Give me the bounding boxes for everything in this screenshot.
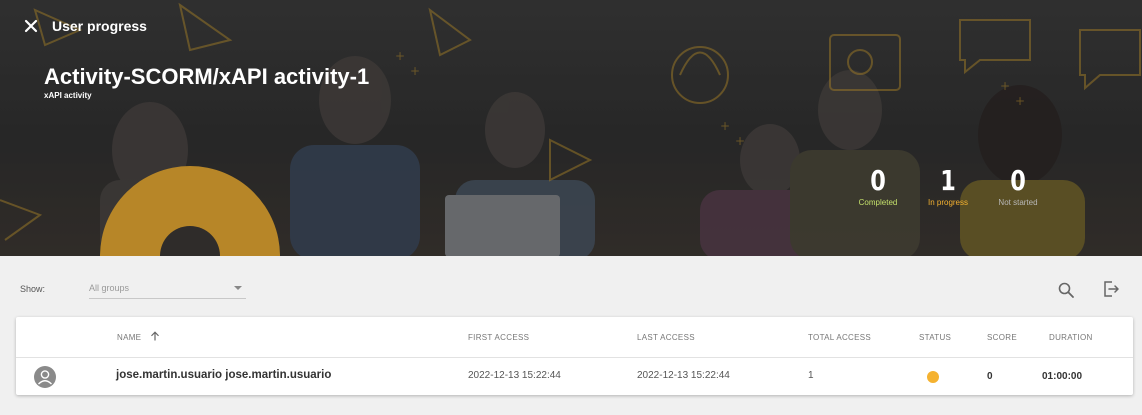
chevron-down-icon bbox=[234, 286, 242, 290]
stat-not-started-label: Not started bbox=[998, 198, 1038, 207]
stat-completed-label: Completed bbox=[858, 198, 898, 207]
status-indicator bbox=[927, 371, 939, 383]
arrow-up-icon[interactable] bbox=[150, 331, 160, 341]
close-icon[interactable] bbox=[24, 19, 38, 33]
last-access-cell: 2022-12-13 15:22:44 bbox=[637, 370, 730, 381]
stat-completed: 0 Completed bbox=[838, 164, 918, 208]
column-header-last-access[interactable]: LAST ACCESS bbox=[637, 333, 695, 342]
column-header-first-access[interactable]: FIRST ACCESS bbox=[468, 333, 529, 342]
score-cell: 0 bbox=[987, 371, 993, 382]
stat-in-progress: 1 In progress bbox=[908, 164, 988, 208]
user-icon bbox=[38, 370, 52, 385]
column-header-score[interactable]: SCORE bbox=[987, 333, 1017, 342]
column-header-total-access[interactable]: TOTAL ACCESS bbox=[808, 333, 871, 342]
activity-title: Activity-SCORM/xAPI activity-1 bbox=[44, 64, 370, 89]
duration-cell: 01:00:00 bbox=[1042, 371, 1083, 382]
user-name[interactable]: jose.martin.usuario jose.martin.usuario bbox=[116, 369, 331, 381]
column-header-name[interactable]: NAME bbox=[117, 333, 141, 342]
top-bar: User progress bbox=[24, 18, 147, 34]
column-header-duration[interactable]: DURATION bbox=[1049, 333, 1093, 342]
first-access-cell: 2022-12-13 15:22:44 bbox=[468, 370, 561, 381]
progress-table: NAME FIRST ACCESS LAST ACCESS TOTAL ACCE… bbox=[16, 317, 1133, 395]
group-select[interactable]: All groups bbox=[89, 277, 246, 299]
column-header-status[interactable]: STATUS bbox=[919, 333, 951, 342]
hero-banner: ++ ++ ++ User progress Activity-SCORM/xA… bbox=[0, 0, 1142, 256]
search-icon[interactable] bbox=[1057, 281, 1075, 299]
table-header: NAME FIRST ACCESS LAST ACCESS TOTAL ACCE… bbox=[16, 317, 1133, 358]
show-label: Show: bbox=[20, 284, 46, 294]
stat-not-started: 0 Not started bbox=[978, 164, 1058, 208]
stat-in-progress-value: 1 bbox=[940, 164, 956, 197]
total-access-cell: 1 bbox=[808, 370, 814, 381]
activity-type: xAPI activity bbox=[44, 91, 92, 100]
stat-in-progress-label: In progress bbox=[927, 198, 969, 207]
hero-background-illustration: ++ ++ ++ bbox=[0, 0, 1142, 256]
stat-not-started-value: 0 bbox=[1010, 164, 1026, 197]
avatar bbox=[34, 366, 56, 388]
stat-completed-value: 0 bbox=[870, 164, 886, 197]
group-select-value: All groups bbox=[89, 283, 130, 293]
page-title: User progress bbox=[52, 18, 147, 34]
export-icon[interactable] bbox=[1102, 280, 1120, 298]
